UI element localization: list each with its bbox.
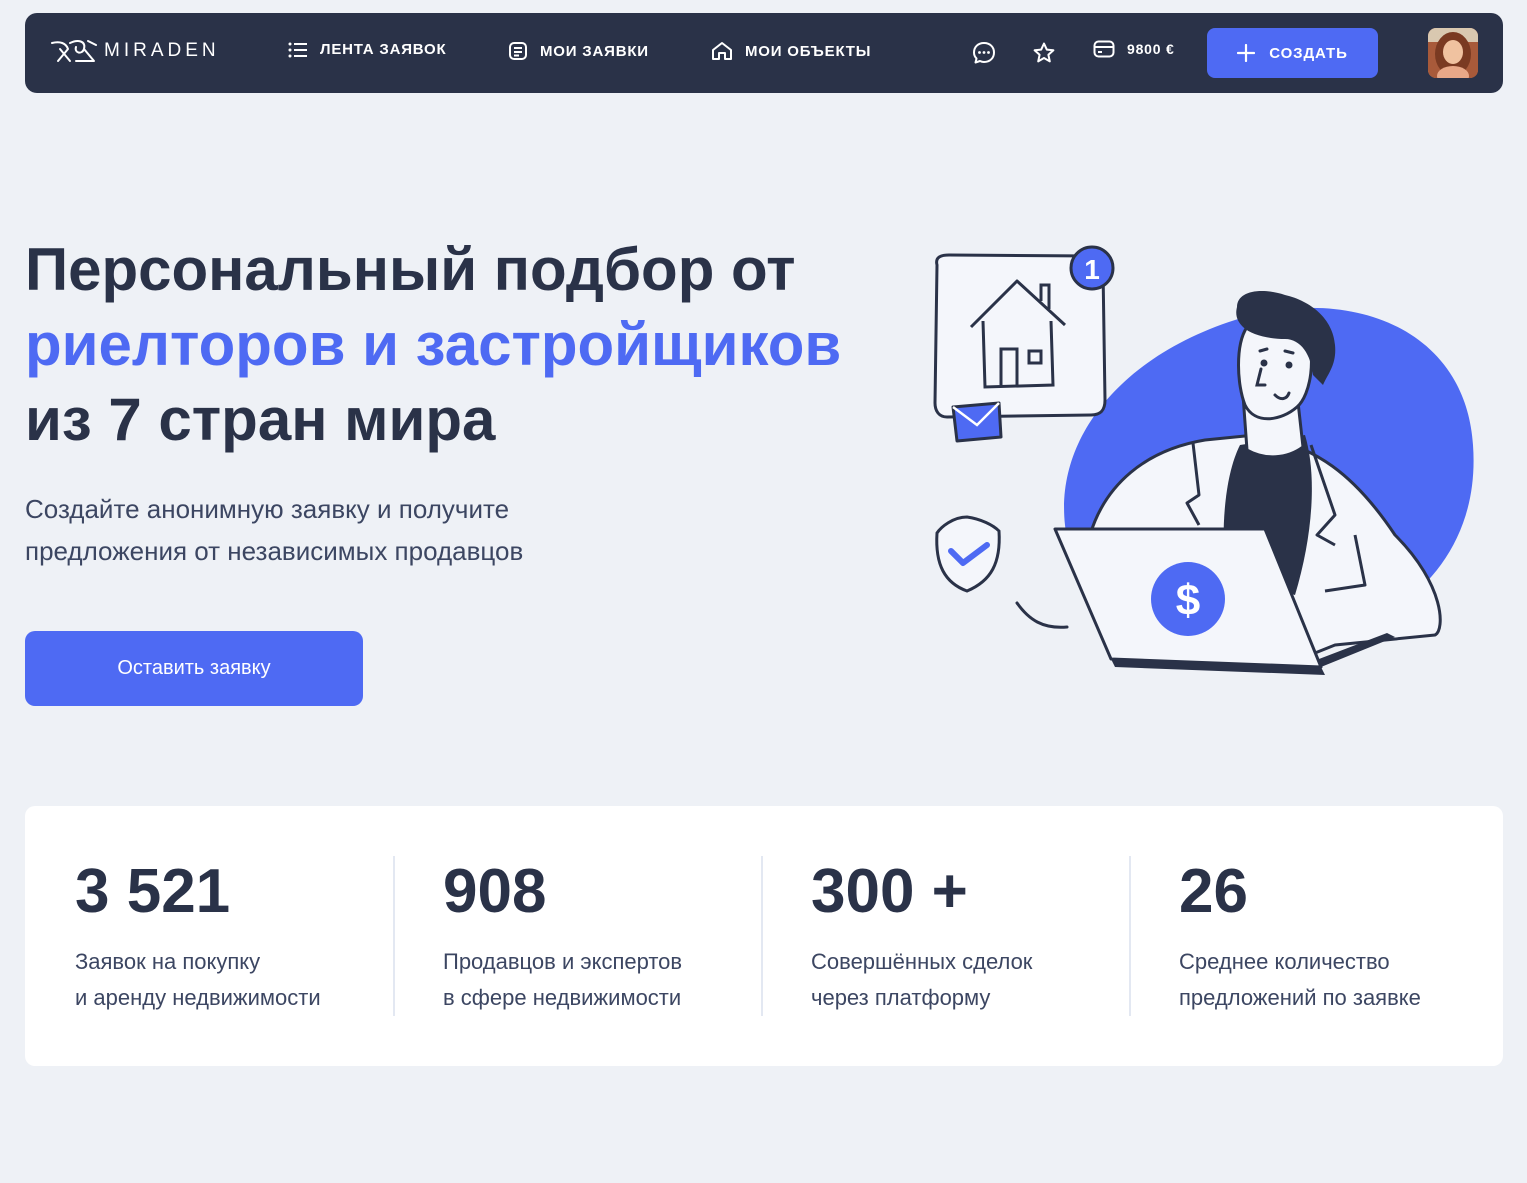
stat-label: Среднее количество предложений по заявке xyxy=(1179,949,1421,1010)
nav-label: МОИ ЗАЯВКИ xyxy=(540,42,649,60)
messages-button[interactable] xyxy=(971,40,997,66)
stat-label: Заявок на покупку и аренду недвижимости xyxy=(75,949,321,1010)
leave-request-button[interactable]: Оставить заявку xyxy=(25,631,363,706)
stat-label: Совершённых сделок через платформу xyxy=(811,949,1033,1010)
hero-title-line3: из 7 стран мира xyxy=(25,386,496,453)
hero-illustration: 1 $ xyxy=(933,245,1474,675)
hero-subtitle-line2: предложения от независимых продавцов xyxy=(25,536,524,566)
stat-divider xyxy=(393,856,395,1016)
hero-title: Персональный подбор от риелторов и застр… xyxy=(25,232,885,457)
stat-value: 300 + xyxy=(811,857,968,926)
avatar-photo xyxy=(1428,28,1478,78)
wallet-icon xyxy=(1093,40,1115,58)
list-icon xyxy=(288,42,307,57)
balance-amount: 9800 € xyxy=(1127,41,1175,57)
user-avatar[interactable] xyxy=(1428,28,1478,78)
logo-text: MIRADEN xyxy=(104,40,220,61)
stat-label: Продавцов и экспертов в сфере недвижимос… xyxy=(443,949,683,1010)
nav-label: МОИ ОБЪЕКТЫ xyxy=(745,42,872,60)
notification-count: 1 xyxy=(1084,254,1100,285)
hero-title-line1: Персональный подбор от xyxy=(25,236,796,303)
nav-label: ЛЕНТА ЗАЯВОК xyxy=(320,41,447,58)
balance-button[interactable]: 9800 € xyxy=(1093,40,1175,58)
top-navbar: MIRADEN ЛЕНТА ЗАЯВОК МОИ ЗАЯВКИ МОИ ОБЪЕ… xyxy=(25,13,1503,93)
chat-icon xyxy=(973,42,995,64)
stat-item: 908 Продавцов и экспертов в сфере недвиж… xyxy=(393,856,761,1016)
star-icon xyxy=(1033,42,1055,63)
create-button[interactable]: СОЗДАТЬ xyxy=(1207,28,1378,78)
create-button-label: СОЗДАТЬ xyxy=(1269,44,1348,62)
stat-item: 300 + Совершённых сделок через платформу xyxy=(761,856,1129,1016)
shield-icon xyxy=(935,515,1001,593)
nav-my-requests[interactable]: МОИ ЗАЯВКИ xyxy=(508,41,649,61)
dollar-sign: $ xyxy=(1176,576,1200,625)
notification-badge: 1 xyxy=(1069,245,1115,291)
hero-title-accent: риелторов и застройщиков xyxy=(25,311,842,378)
stat-item: 3 521 Заявок на покупку и аренду недвижи… xyxy=(25,856,393,1016)
envelope-icon xyxy=(951,401,1003,443)
hero-subtitle-line1: Создайте анонимную заявку и получите xyxy=(25,494,510,524)
plus-icon xyxy=(1237,44,1256,62)
stat-value: 26 xyxy=(1179,857,1248,926)
stat-value: 908 xyxy=(443,857,547,926)
decor-curve xyxy=(1015,601,1069,629)
stat-value: 3 521 xyxy=(75,857,231,926)
nav-request-feed[interactable]: ЛЕНТА ЗАЯВОК xyxy=(288,41,446,58)
document-icon xyxy=(509,42,527,60)
logo-mark-icon xyxy=(51,40,97,62)
logo[interactable]: MIRADEN xyxy=(50,37,220,65)
stat-divider xyxy=(1129,856,1131,1016)
nav-my-objects[interactable]: МОИ ОБЪЕКТЫ xyxy=(711,41,871,61)
hero-subtitle: Создайте анонимную заявку и получите пре… xyxy=(25,488,645,572)
stat-item: 26 Среднее количество предложений по зая… xyxy=(1129,856,1497,1016)
stats-card: 3 521 Заявок на покупку и аренду недвижи… xyxy=(25,806,1503,1066)
home-icon xyxy=(712,42,732,60)
stat-divider xyxy=(761,856,763,1016)
favorites-button[interactable] xyxy=(1031,40,1057,66)
